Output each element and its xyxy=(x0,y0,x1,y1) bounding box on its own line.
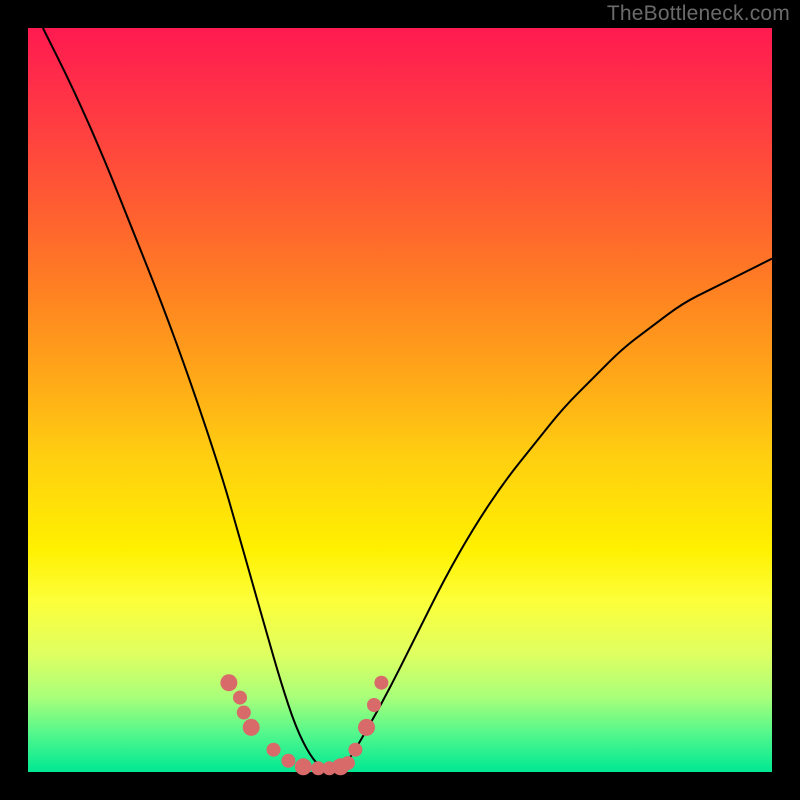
highlight-dot xyxy=(281,754,295,768)
bottleneck-curve xyxy=(43,28,772,772)
highlight-dot xyxy=(341,756,355,770)
chart-frame: TheBottleneck.com xyxy=(0,0,800,800)
bottleneck-curve-path xyxy=(43,28,772,772)
highlight-dot xyxy=(367,698,381,712)
highlight-dot xyxy=(358,719,375,736)
highlight-dot xyxy=(220,674,237,691)
watermark-text: TheBottleneck.com xyxy=(607,2,790,26)
curve-svg xyxy=(28,28,772,772)
highlight-dot xyxy=(267,743,281,757)
highlight-dot xyxy=(374,676,388,690)
highlight-dot xyxy=(295,758,312,775)
highlight-dot xyxy=(237,706,251,720)
highlight-dot xyxy=(233,691,247,705)
plot-area xyxy=(28,28,772,772)
highlight-dot xyxy=(243,719,260,736)
highlight-dot xyxy=(348,743,362,757)
highlight-dots xyxy=(220,674,388,775)
